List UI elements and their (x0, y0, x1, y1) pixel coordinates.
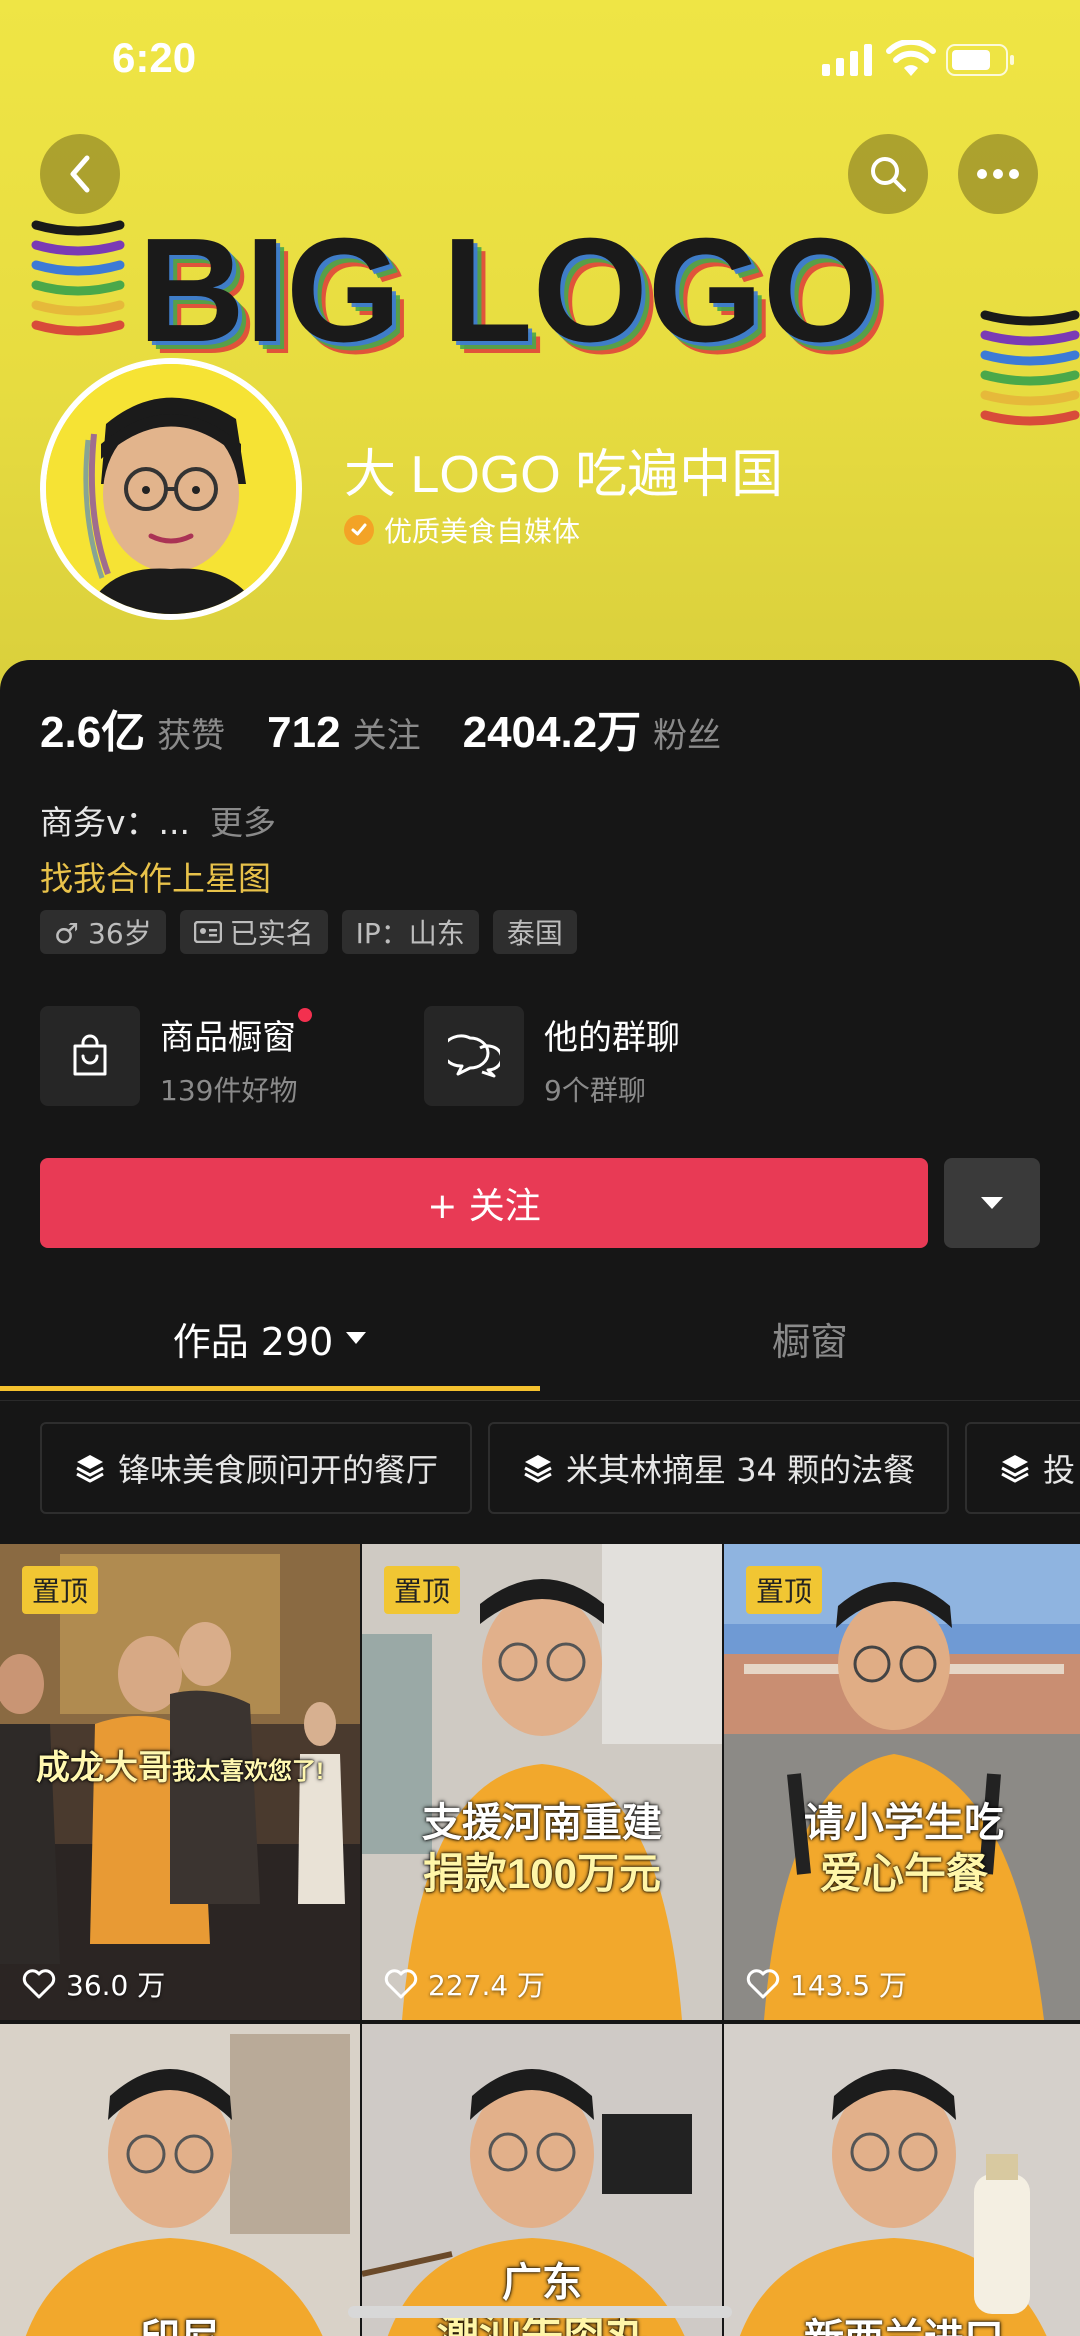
chevron-left-icon (70, 155, 90, 193)
stat-likes-label: 获赞 (157, 716, 226, 756)
video-thumbnail-image (362, 1544, 722, 2020)
group-chat-entry[interactable]: 他的群聊 9个群聊 (424, 1006, 756, 1109)
caret-down-icon (981, 1197, 1003, 1209)
recommend-dropdown-button[interactable] (944, 1158, 1040, 1248)
collection-chip-label: 锋味美食顾问开的餐厅 (118, 1451, 439, 1489)
active-tab-indicator (0, 1386, 540, 1391)
heart-icon (384, 1969, 418, 1999)
stat-followers-label: 粉丝 (653, 716, 722, 756)
video-caption-line2: 爱心午餐 (819, 1850, 988, 1897)
bio-highlight[interactable]: 找我合作上星图 (40, 852, 271, 900)
bio-line: 商务v：... 更多 (40, 796, 276, 844)
video-caption-line2: 捐款100万元 (422, 1850, 662, 1897)
status-time: 6:20 (112, 34, 197, 81)
like-count: 36.0 万 (22, 1964, 165, 2004)
tab-works[interactable]: 作品 290 (0, 1280, 540, 1396)
layers-icon (76, 1455, 104, 1483)
cellular-signal-icon (822, 44, 872, 76)
verified-label: 优质美食自媒体 (384, 515, 581, 548)
search-icon (871, 157, 906, 192)
video-thumbnail[interactable]: 新西兰进口 (724, 2024, 1080, 2336)
bio-text: 商务v：... (40, 803, 190, 842)
collection-chip[interactable]: 锋味美食顾问开的餐厅 (40, 1422, 473, 1514)
video-thumbnail[interactable]: 置顶 请小学生吃 爱心午餐 143.5 万 (724, 1544, 1080, 2020)
video-thumbnail-image (724, 2024, 1080, 2336)
avatar[interactable] (40, 358, 302, 620)
profile-header: 6:20 BIG LOGO BIG LOGO BIG LOGO BIG LOGO… (0, 0, 1080, 700)
pinned-badge: 置顶 (384, 1566, 461, 1614)
product-showcase-entry[interactable]: 商品橱窗 139件好物 (40, 1006, 372, 1109)
like-count-value: 36.0 万 (66, 1969, 166, 2002)
follow-button[interactable]: + 关注 (40, 1158, 928, 1248)
product-showcase-title: 商品橱窗 (160, 1008, 312, 1059)
group-chat-count: 9个群聊 (544, 1074, 646, 1107)
like-count: 227.4 万 (384, 1964, 545, 2004)
pinned-badge: 置顶 (746, 1566, 823, 1614)
rainbow-stripes-left (31, 220, 125, 336)
home-indicator[interactable] (348, 2306, 732, 2318)
video-grid: 置顶 成龙大哥我太喜欢您了! 36.0 万 置顶 支援河南重建 捐款100万元 … (0, 1544, 1080, 2336)
group-chat-title: 他的群聊 (544, 1018, 680, 1058)
tag-real-name-label: 已实名 (229, 917, 314, 950)
heart-icon (746, 1969, 780, 1999)
profile-tags: ♂ 36岁 已实名 IP：山东 泰国 (40, 910, 577, 954)
notification-dot (298, 1008, 312, 1022)
like-count: 143.5 万 (746, 1964, 907, 2004)
tab-works-label: 作品 290 (172, 1319, 334, 1364)
video-thumbnail[interactable]: 置顶 支援河南重建 捐款100万元 227.4 万 (362, 1544, 722, 2020)
layers-icon (524, 1455, 552, 1483)
stat-likes[interactable]: 2.6亿 获赞 (40, 696, 225, 760)
heart-icon (22, 1969, 56, 1999)
video-caption-line1: 印尼 (0, 2306, 360, 2336)
content-tabs: 作品 290 橱窗 (0, 1280, 1080, 1401)
collection-chip[interactable]: 米其林摘星 34 颗的法餐 (488, 1422, 950, 1514)
stat-following-label: 关注 (352, 716, 421, 756)
pinned-badge: 置顶 (22, 1566, 99, 1614)
profile-panel: 2.6亿 获赞 712 关注 2404.2万 粉丝 商务v：... 更多 找我合作… (0, 660, 1080, 2336)
wifi-icon (886, 40, 936, 76)
tag-location: 泰国 (492, 910, 577, 954)
bio-more-link[interactable]: 更多 (210, 803, 276, 842)
tag-gender-age: ♂ 36岁 (40, 910, 166, 954)
avatar-portrait (46, 364, 296, 614)
like-count-value: 227.4 万 (428, 1969, 546, 2002)
status-bar: 6:20 (0, 0, 1080, 120)
stats-row: 2.6亿 获赞 712 关注 2404.2万 粉丝 (40, 696, 763, 760)
video-thumbnail[interactable]: 置顶 成龙大哥我太喜欢您了! 36.0 万 (0, 1544, 360, 2020)
video-caption-line1: 新西兰进口 (724, 2306, 1080, 2336)
shop-entries: 商品橱窗 139件好物 他的群聊 9个群聊 (40, 1006, 756, 1109)
battery-icon (946, 44, 1014, 76)
rainbow-stripes-right (980, 310, 1080, 426)
video-thumbnail[interactable]: 印尼 (0, 2024, 360, 2336)
verified-check-icon (344, 515, 374, 545)
video-thumbnail[interactable]: 广东 潮汕牛肉丸 (362, 2024, 722, 2336)
like-count-value: 143.5 万 (790, 1969, 908, 2002)
video-thumbnail-image (0, 2024, 360, 2336)
shopping-bag-icon (40, 1006, 140, 1106)
profile-page: 6:20 BIG LOGO BIG LOGO BIG LOGO BIG LOGO… (0, 0, 1080, 2336)
more-dots-icon (977, 169, 1019, 179)
tag-ip: IP：山东 (341, 910, 479, 954)
tab-showcase[interactable]: 橱窗 (540, 1280, 1080, 1396)
stat-followers[interactable]: 2404.2万 粉丝 (463, 696, 722, 760)
profile-name: 大 LOGO 吃遍中国 (344, 446, 784, 504)
collection-chip[interactable]: 投 (965, 1422, 1080, 1514)
logo-text: BIG LOGO (138, 208, 878, 373)
stat-likes-value: 2.6亿 (40, 708, 146, 757)
stat-followers-value: 2404.2万 (462, 708, 642, 757)
product-showcase-count: 139件好物 (160, 1074, 298, 1107)
group-chat-icon (424, 1006, 524, 1106)
caret-down-icon (346, 1332, 367, 1344)
collection-chip-label: 投 (1043, 1451, 1076, 1489)
collection-chips: 锋味美食顾问开的餐厅 米其林摘星 34 颗的法餐 投 (40, 1422, 1080, 1514)
collection-chip-label: 米其林摘星 34 颗的法餐 (566, 1451, 916, 1489)
layers-icon (1001, 1455, 1029, 1483)
verified-row: 优质美食自媒体 (344, 510, 580, 550)
id-card-icon (193, 921, 222, 943)
video-caption: 成龙大哥我太喜欢您了! (36, 1749, 324, 1787)
stat-following-value: 712 (267, 708, 341, 757)
video-thumbnail-image (724, 1544, 1080, 2020)
tag-real-name: 已实名 (179, 910, 328, 954)
stat-following[interactable]: 712 关注 (267, 708, 420, 758)
